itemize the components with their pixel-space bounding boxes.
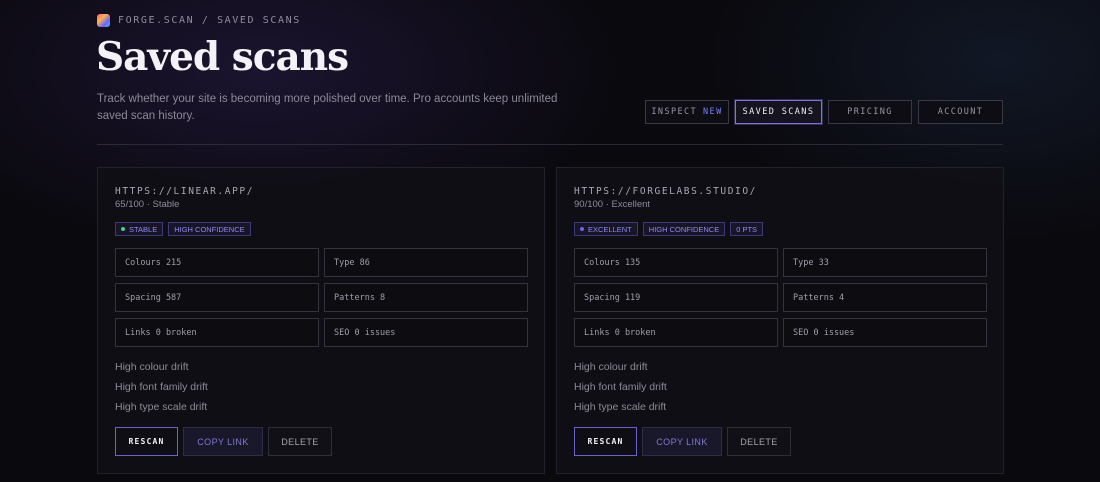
stat-patterns: Patterns 8 <box>324 283 528 312</box>
stats-grid: Colours 135 Type 33 Spacing 119 Patterns… <box>574 248 987 347</box>
stat-patterns: Patterns 4 <box>783 283 987 312</box>
scan-score: 90/100 · Excellent <box>574 199 651 210</box>
delete-button[interactable]: DELETE <box>727 427 791 456</box>
page-title: Saved scans <box>96 34 349 80</box>
rescan-button[interactable]: RESCAN <box>574 427 637 456</box>
card-actions: RESCAN COPY LINK DELETE <box>115 427 332 456</box>
breadcrumb: FORGE.SCAN / SAVED SCANS <box>118 15 301 26</box>
status-badge: EXCELLENT <box>574 222 638 236</box>
badge-row: EXCELLENT HIGH CONFIDENCE 0 PTS <box>574 222 764 236</box>
status-badge: STABLE <box>115 222 164 236</box>
nav-account-label: ACCOUNT <box>937 107 984 117</box>
stat-links: Links 0 broken <box>574 318 778 347</box>
status-dot-icon <box>121 227 125 231</box>
drift-item: High colour drift <box>574 361 648 373</box>
stat-spacing: Spacing 587 <box>115 283 319 312</box>
nav-saved-scans-button[interactable]: SAVED SCANS <box>735 100 822 124</box>
status-dot-icon <box>580 227 584 231</box>
new-badge: NEW <box>703 107 723 117</box>
drift-item: High colour drift <box>115 361 189 373</box>
points-badge: 0 PTS <box>730 222 764 236</box>
badge-row: STABLE HIGH CONFIDENCE <box>115 222 251 236</box>
stat-type: Type 33 <box>783 248 987 277</box>
stat-links: Links 0 broken <box>115 318 319 347</box>
drift-item: High type scale drift <box>115 401 208 413</box>
top-nav: INSPECT NEW SAVED SCANS PRICING ACCOUNT <box>645 100 1003 124</box>
stat-colours: Colours 215 <box>115 248 319 277</box>
stat-type: Type 86 <box>324 248 528 277</box>
brand: FORGE.SCAN / SAVED SCANS <box>97 14 301 27</box>
nav-inspect-button[interactable]: INSPECT NEW <box>645 100 729 124</box>
stat-colours: Colours 135 <box>574 248 778 277</box>
status-badge-label: STABLE <box>129 224 158 234</box>
copy-link-button[interactable]: COPY LINK <box>642 427 722 456</box>
header-divider <box>97 144 1003 145</box>
card-actions: RESCAN COPY LINK DELETE <box>574 427 791 456</box>
stats-grid: Colours 215 Type 86 Spacing 587 Patterns… <box>115 248 528 347</box>
logo-icon <box>97 14 110 27</box>
confidence-badge: HIGH CONFIDENCE <box>168 222 251 236</box>
scan-score: 65/100 · Stable <box>115 199 180 210</box>
stat-seo: SEO 0 issues <box>783 318 987 347</box>
page-subtitle: Track whether your site is becoming more… <box>97 93 558 122</box>
scan-url: HTTPS://LINEAR.APP/ <box>115 186 255 197</box>
stat-spacing: Spacing 119 <box>574 283 778 312</box>
scan-card: HTTPS://LINEAR.APP/ 65/100 · Stable STAB… <box>97 167 545 474</box>
copy-link-button[interactable]: COPY LINK <box>183 427 263 456</box>
confidence-badge: HIGH CONFIDENCE <box>642 222 726 236</box>
drift-list: High colour drift High font family drift… <box>574 360 667 420</box>
nav-account-button[interactable]: ACCOUNT <box>918 100 1003 124</box>
rescan-button[interactable]: RESCAN <box>115 427 178 456</box>
delete-button[interactable]: DELETE <box>268 427 332 456</box>
drift-item: High type scale drift <box>574 401 667 413</box>
drift-item: High font family drift <box>115 381 208 393</box>
stat-seo: SEO 0 issues <box>324 318 528 347</box>
nav-pricing-label: PRICING <box>847 107 893 117</box>
nav-pricing-button[interactable]: PRICING <box>828 100 912 124</box>
scan-url: HTTPS://FORGELABS.STUDIO/ <box>574 186 757 197</box>
nav-saved-scans-label: SAVED SCANS <box>742 107 815 117</box>
status-badge-label: EXCELLENT <box>588 224 632 234</box>
drift-item: High font family drift <box>574 381 667 393</box>
drift-list: High colour drift High font family drift… <box>115 360 208 420</box>
nav-inspect-label: INSPECT <box>651 107 698 117</box>
scan-card: HTTPS://FORGELABS.STUDIO/ 90/100 · Excel… <box>556 167 1004 474</box>
